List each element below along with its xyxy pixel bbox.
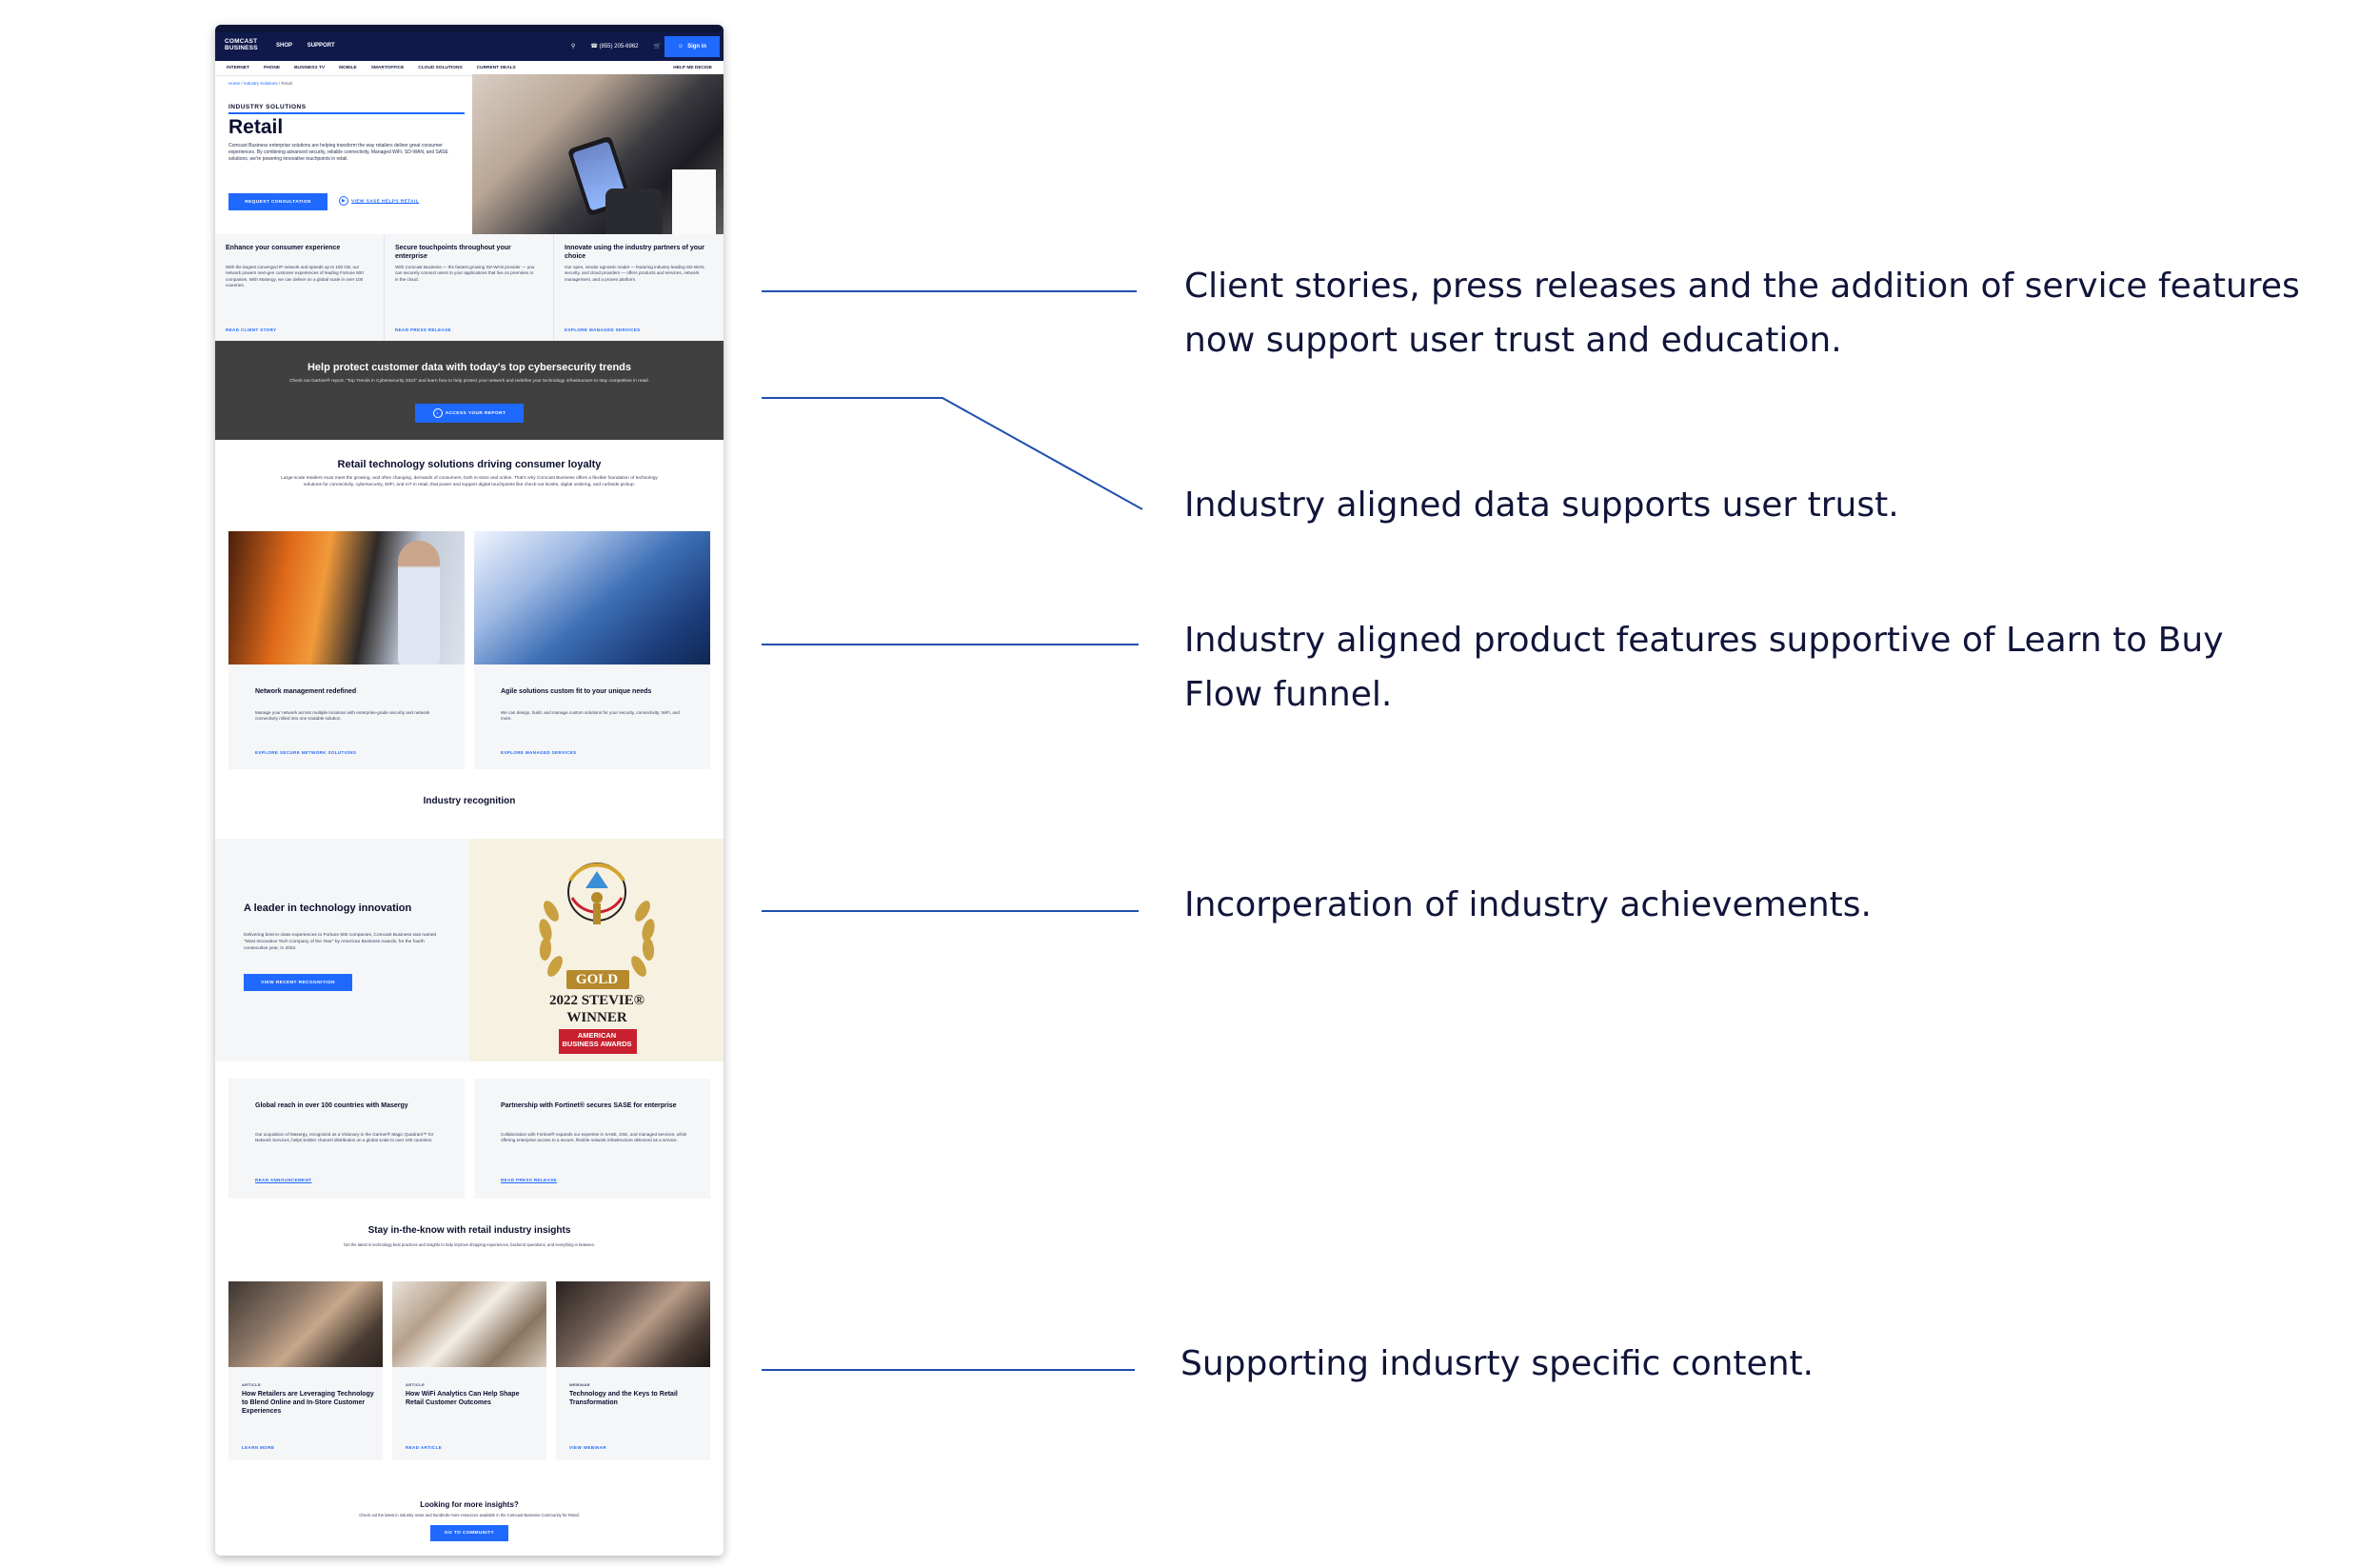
phone-link[interactable]: ☎ (855) 205-6962 <box>590 43 638 50</box>
cart-icon[interactable]: 🛒 <box>654 43 661 50</box>
help-me-decide-link[interactable]: HELP ME DECIDE <box>673 66 712 70</box>
person-with-tablet-image <box>398 541 440 664</box>
annotation-connector-4 <box>762 910 1139 912</box>
masergy-card: Global reach in over 100 countries with … <box>228 1079 465 1199</box>
breadcrumb-industry-solutions[interactable]: Industry Solutions <box>244 81 278 86</box>
explore-managed-services-link-2[interactable]: EXPLORE MANAGED SERVICES <box>501 750 577 755</box>
solutions-description: Large-scale retailers must meet the grow… <box>281 476 658 487</box>
fortinet-card: Partnership with Fortinet® secures SASE … <box>474 1079 710 1199</box>
request-consultation-button[interactable]: REQUEST CONSULTATION <box>228 193 327 210</box>
insight-image-meeting <box>556 1281 710 1367</box>
network-technician-image <box>228 531 465 664</box>
annotation-connector-2 <box>762 397 1142 510</box>
hero-description: Comcast Business enterprise solutions ar… <box>228 143 448 162</box>
annotation-industry-data: Industry aligned data supports user trus… <box>1184 486 1899 525</box>
explore-managed-services-link[interactable]: EXPLORE MANAGED SERVICES <box>565 327 641 332</box>
cybersecurity-title: Help protect customer data with today's … <box>307 362 632 373</box>
award-org-line1: AMERICAN <box>577 1031 617 1040</box>
read-press-release-link-2[interactable]: READ PRESS RELEASE <box>501 1178 557 1182</box>
user-icon: ☺ <box>677 44 684 50</box>
site-header: COMCAST BUSINESS SHOP SUPPORT ⚲ ☎ (855) … <box>215 32 724 61</box>
annotation-industry-content: Supporting indusrty specific content. <box>1180 1344 1815 1383</box>
annotation-connector-5 <box>762 1369 1135 1371</box>
more-insights-description: Check out the latest in industry news an… <box>359 1513 580 1517</box>
insights-description: Get the latest in technology best practi… <box>343 1242 596 1247</box>
subnav-mobile[interactable]: MOBILE <box>339 66 357 70</box>
more-insights-title: Looking for more insights? <box>420 1500 519 1509</box>
subnav-cloud-solutions[interactable]: CLOUD SOLUTIONS <box>418 66 462 70</box>
go-to-community-button[interactable]: GO TO COMMUNITY <box>430 1525 508 1541</box>
sign-in-button[interactable]: ☺ Sign in <box>664 36 720 57</box>
insight-card-blend-experiences: ARTICLE How Retailers are Leveraging Tec… <box>228 1367 383 1460</box>
annotation-client-stories: Client stories, press releases and the a… <box>1184 267 2300 360</box>
subnav-smartoffice[interactable]: SMARTOFFICE <box>371 66 405 70</box>
award-gold-label: GOLD <box>575 972 619 987</box>
annotation-product-features: Industry aligned product features suppor… <box>1184 621 2224 714</box>
read-client-story-link[interactable]: READ CLIENT STORY <box>226 327 277 332</box>
read-press-release-link[interactable]: READ PRESS RELEASE <box>395 327 451 332</box>
subnav-current-deals[interactable]: CURRENT DEALS <box>477 66 516 70</box>
main-nav: SHOP SUPPORT <box>276 43 348 49</box>
view-webinar-link[interactable]: VIEW WEBINAR <box>569 1445 606 1450</box>
cybersecurity-body: Check out Gartner® report, "Top Trends i… <box>289 379 649 384</box>
subnav-internet[interactable]: INTERNET <box>227 66 249 70</box>
eyebrow-underline <box>228 112 465 114</box>
network-cables-image <box>474 531 710 664</box>
read-announcement-link[interactable]: READ ANNOUNCEMENT <box>255 1178 311 1182</box>
hero-eyebrow: INDUSTRY SOLUTIONS <box>228 104 307 110</box>
explore-secure-network-link[interactable]: EXPLORE SECURE NETWORK SOLUTIONS <box>255 750 356 755</box>
cybersecurity-band: Help protect customer data with today's … <box>215 341 724 440</box>
subnav-business-tv[interactable]: BUSINESS TV <box>294 66 325 70</box>
feature-card-consumer-experience: Enhance your consumer experience With th… <box>215 234 385 341</box>
insight-card-retail-transformation: WEBINAR Technology and the Keys to Retai… <box>556 1367 710 1460</box>
card-terminal-image <box>605 188 663 241</box>
annotation-connector-3 <box>762 644 1139 645</box>
feature-card-secure-touchpoints: Secure touchpoints throughout your enter… <box>385 234 554 341</box>
annotation-connector-1 <box>762 290 1137 292</box>
nav-support[interactable]: SUPPORT <box>307 43 335 49</box>
stevie-award-panel: GOLD 2022 STEVIE® WINNER AMERICAN BUSINE… <box>469 839 724 1061</box>
breadcrumb-home[interactable]: Home <box>228 81 240 86</box>
read-article-link[interactable]: READ ARTICLE <box>406 1445 442 1450</box>
recognition-title: Industry recognition <box>423 796 516 806</box>
insight-card-wifi-analytics: ARTICLE How WiFi Analytics Can Help Shap… <box>392 1367 546 1460</box>
comcast-business-logo[interactable]: COMCAST BUSINESS <box>225 38 258 51</box>
award-winner-label: WINNER <box>566 1010 627 1025</box>
header-utilities: ⚲ ☎ (855) 205-6962 🛒 <box>571 43 661 50</box>
annotation-industry-achievements: Incorperation of industry achievements. <box>1184 885 1872 924</box>
utility-bar <box>215 25 724 32</box>
search-icon[interactable]: ⚲ <box>571 43 575 50</box>
phone-icon: ☎ <box>590 44 598 50</box>
solution-card-network-management: Network management redefined Manage your… <box>228 664 465 769</box>
breadcrumb-current: Retail <box>281 81 292 86</box>
nav-shop[interactable]: SHOP <box>276 43 292 49</box>
access-report-button[interactable]: ↓ ACCESS YOUR REPORT <box>415 404 524 423</box>
insight-image-shopper <box>228 1281 383 1367</box>
breadcrumb: Home / Industry Solutions / Retail <box>228 81 292 86</box>
stevie-award-badge: GOLD 2022 STEVIE® WINNER AMERICAN BUSINE… <box>504 854 690 1054</box>
solutions-title: Retail technology solutions driving cons… <box>337 459 602 470</box>
insights-title: Stay in-the-know with retail industry in… <box>367 1225 571 1236</box>
award-stevie-label: 2022 STEVIE® <box>549 993 645 1008</box>
laurel-wreath-icon <box>539 863 655 977</box>
feature-card-industry-partners: Innovate using the industry partners of … <box>554 234 724 341</box>
leader-in-innovation-panel: A leader in technology innovation Delive… <box>215 839 469 1061</box>
hero-image-payment-terminal <box>472 74 724 255</box>
award-org-line2: BUSINESS AWARDS <box>562 1040 632 1048</box>
play-icon: ▶ <box>339 196 348 206</box>
view-sase-link[interactable]: ▶ VIEW SASE HELPS RETAIL <box>339 196 419 206</box>
insight-image-retail-team <box>392 1281 546 1367</box>
subnav-phone[interactable]: PHONE <box>264 66 280 70</box>
page-title: Retail <box>228 116 284 138</box>
learn-more-link[interactable]: LEARN MORE <box>242 1445 274 1450</box>
website-mockup: COMCAST BUSINESS SHOP SUPPORT ⚲ ☎ (855) … <box>215 25 724 1556</box>
view-recent-recognition-button[interactable]: VIEW RECENT RECOGNITION <box>244 974 352 991</box>
solution-card-agile-solutions: Agile solutions custom fit to your uniqu… <box>474 664 710 769</box>
download-icon: ↓ <box>432 408 443 418</box>
